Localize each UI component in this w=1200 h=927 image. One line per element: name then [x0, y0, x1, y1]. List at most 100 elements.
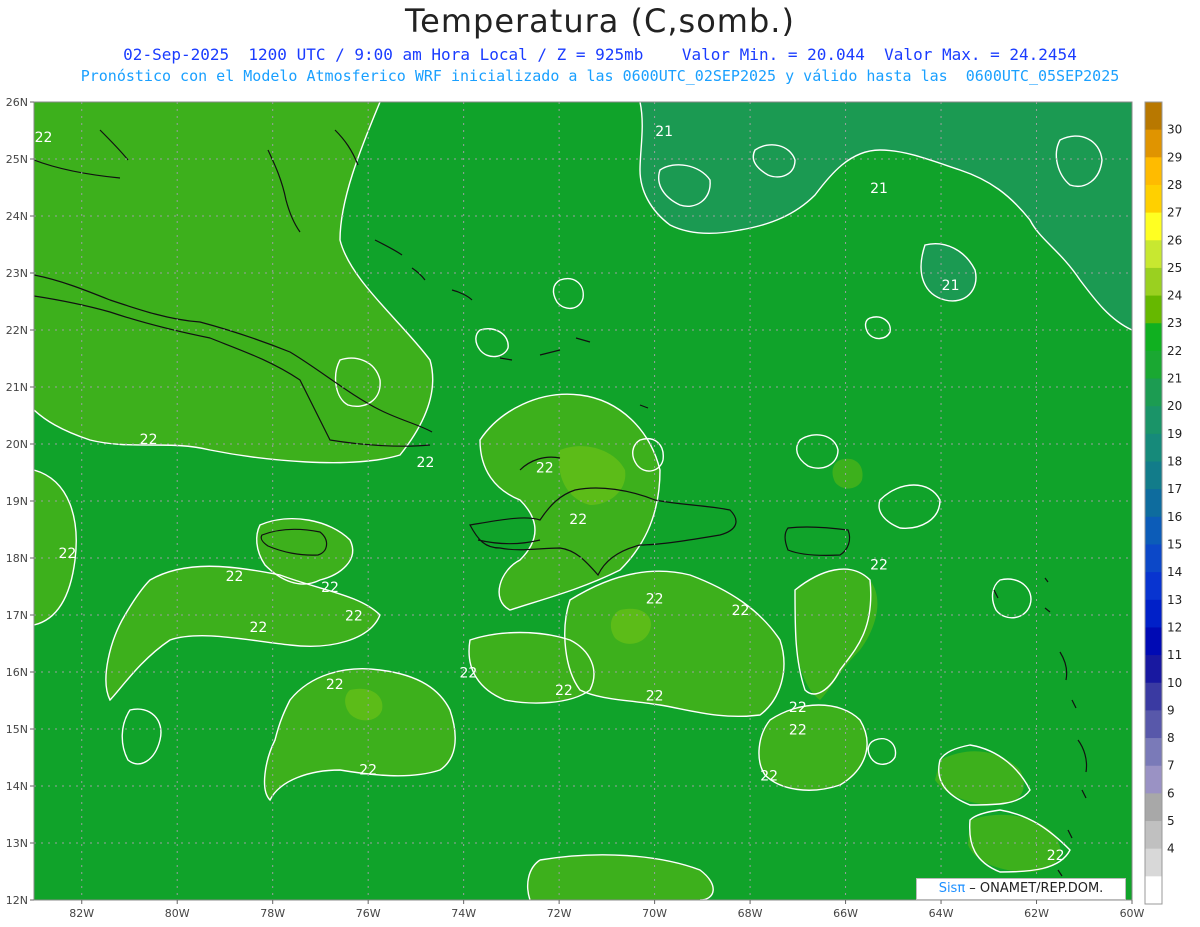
- colorbar-swatch: [1145, 378, 1162, 407]
- contour-label: 22: [417, 455, 435, 471]
- colorbar-swatch: [1145, 489, 1162, 518]
- colorbar-swatch: [1145, 821, 1162, 850]
- contour-label: 22: [460, 666, 478, 682]
- colorbar-label: 19: [1167, 427, 1182, 441]
- colorbar-label: 4: [1167, 842, 1175, 856]
- lat-tick-label: 17N: [6, 609, 28, 622]
- colorbar-swatch: [1145, 710, 1162, 739]
- lat-tick-label: 14N: [6, 780, 28, 793]
- lon-tick-label: 74W: [451, 907, 476, 920]
- colorbar-label: 16: [1167, 510, 1182, 524]
- credit-organization: – ONAMET/REP.DOM.: [965, 881, 1104, 896]
- colorbar-label: 17: [1167, 482, 1182, 496]
- contour-label: 22: [345, 609, 363, 625]
- contour-label: 22: [226, 569, 244, 585]
- contour-label: 22: [59, 546, 77, 562]
- contour-label: 22: [536, 461, 554, 477]
- contour-label: 22: [249, 620, 267, 636]
- colorbar-label: 30: [1167, 123, 1182, 137]
- colorbar-swatch: [1145, 572, 1162, 601]
- contour-label: 22: [732, 603, 750, 619]
- colorbar-swatch: [1145, 516, 1162, 545]
- lon-tick-label: 76W: [356, 907, 381, 920]
- lon-tick-label: 82W: [69, 907, 94, 920]
- lon-tick-label: 68W: [738, 907, 763, 920]
- colorbar-swatch: [1145, 323, 1162, 352]
- colorbar-swatch: [1145, 655, 1162, 684]
- lon-tick-label: 60W: [1120, 907, 1145, 920]
- lon-tick-label: 62W: [1024, 907, 1049, 920]
- lat-tick-label: 19N: [6, 495, 28, 508]
- lat-tick-label: 23N: [6, 267, 28, 280]
- contour-label: 21: [870, 181, 888, 197]
- colorbar-swatch: [1145, 433, 1162, 463]
- credit-box: Sisπ – ONAMET/REP.DOM.: [916, 878, 1126, 900]
- lon-tick-label: 70W: [642, 907, 667, 920]
- colorbar-swatch: [1145, 212, 1162, 241]
- contour-label: 22: [789, 700, 807, 716]
- lon-tick-label: 66W: [833, 907, 858, 920]
- colorbar-label: 27: [1167, 206, 1182, 220]
- colorbar-swatch: [1145, 350, 1162, 380]
- colorbar-swatch: [1145, 599, 1162, 628]
- colorbar-label: 22: [1167, 344, 1182, 358]
- colorbar-swatch: [1145, 738, 1162, 767]
- colorbar-swatch: [1145, 848, 1162, 877]
- colorbar-label: 9: [1167, 703, 1175, 717]
- lat-tick-label: 21N: [6, 381, 28, 394]
- contour-label: 22: [646, 592, 664, 608]
- lat-tick-label: 15N: [6, 723, 28, 736]
- colorbar-label: 13: [1167, 593, 1182, 607]
- latitude-labels: 26N 25N 24N 23N 22N 21N 20N 19N 18N 17N 16N 15N 14N 1…: [6, 96, 34, 907]
- colorbar-label: 18: [1167, 455, 1182, 469]
- colorbar-swatch: [1145, 682, 1162, 711]
- colorbar-swatch: [1145, 461, 1162, 490]
- lon-tick-label: 72W: [547, 907, 572, 920]
- sispi-logo: Sisπ: [938, 881, 966, 896]
- colorbar-label: 25: [1167, 261, 1182, 275]
- colorbar-label: 15: [1167, 537, 1182, 551]
- contour-label: 21: [655, 124, 673, 140]
- contour-label: 22: [359, 763, 377, 779]
- lon-tick-label: 80W: [165, 907, 190, 920]
- contour-label: 21: [942, 278, 960, 294]
- contour-label: 22: [1047, 848, 1065, 864]
- colorbar-label: 11: [1167, 648, 1182, 662]
- colorbar-label: 24: [1167, 289, 1182, 303]
- contour-label: 22: [870, 557, 888, 573]
- colorbar-swatch: [1145, 267, 1162, 297]
- lat-tick-label: 26N: [6, 96, 28, 109]
- colorbar-swatch: [1145, 129, 1162, 158]
- colorbar-label: 7: [1167, 759, 1175, 773]
- colorbar-label: 12: [1167, 620, 1182, 634]
- colorbar-swatch: [1145, 876, 1162, 905]
- contour-label: 22: [321, 580, 339, 596]
- colorbar-label: 8: [1167, 731, 1175, 745]
- lon-tick-label: 78W: [260, 907, 285, 920]
- contour-label: 22: [569, 512, 587, 528]
- lat-tick-label: 18N: [6, 552, 28, 565]
- lat-tick-label: 13N: [6, 837, 28, 850]
- colorbar-swatch: [1145, 627, 1162, 656]
- colorbar-swatch: [1145, 406, 1162, 435]
- colorbar-swatch: [1145, 240, 1162, 269]
- contour-label: 22: [326, 677, 344, 693]
- colorbar-label: 26: [1167, 233, 1182, 247]
- contour-label: 22: [555, 683, 573, 699]
- colorbar-label: 28: [1167, 178, 1182, 192]
- colorbar-label: 6: [1167, 786, 1175, 800]
- contour-label: 22: [789, 723, 807, 739]
- contour-label: 22: [35, 130, 53, 146]
- colorbar-swatch: [1145, 765, 1162, 794]
- colorbar-label: 20: [1167, 399, 1182, 413]
- colorbar-swatch: [1145, 295, 1162, 324]
- lat-tick-label: 16N: [6, 666, 28, 679]
- longitude-labels: 82W 80W 78W 76W 74W 72W 70W 68W 66W 64W 62W 60W: [69, 900, 1145, 920]
- lat-tick-label: 24N: [6, 210, 28, 223]
- colorbar-label: 5: [1167, 814, 1175, 828]
- colorbar-swatch: [1145, 102, 1162, 131]
- temperature-colorbar: 30 29 28 27 26 25 24 23 22 21 20 19 18 17 16 15 14 13 12 11…: [1144, 101, 1182, 905]
- contour-label: 22: [646, 689, 664, 705]
- colorbar-swatch: [1145, 184, 1162, 214]
- contour-label: 22: [760, 768, 778, 784]
